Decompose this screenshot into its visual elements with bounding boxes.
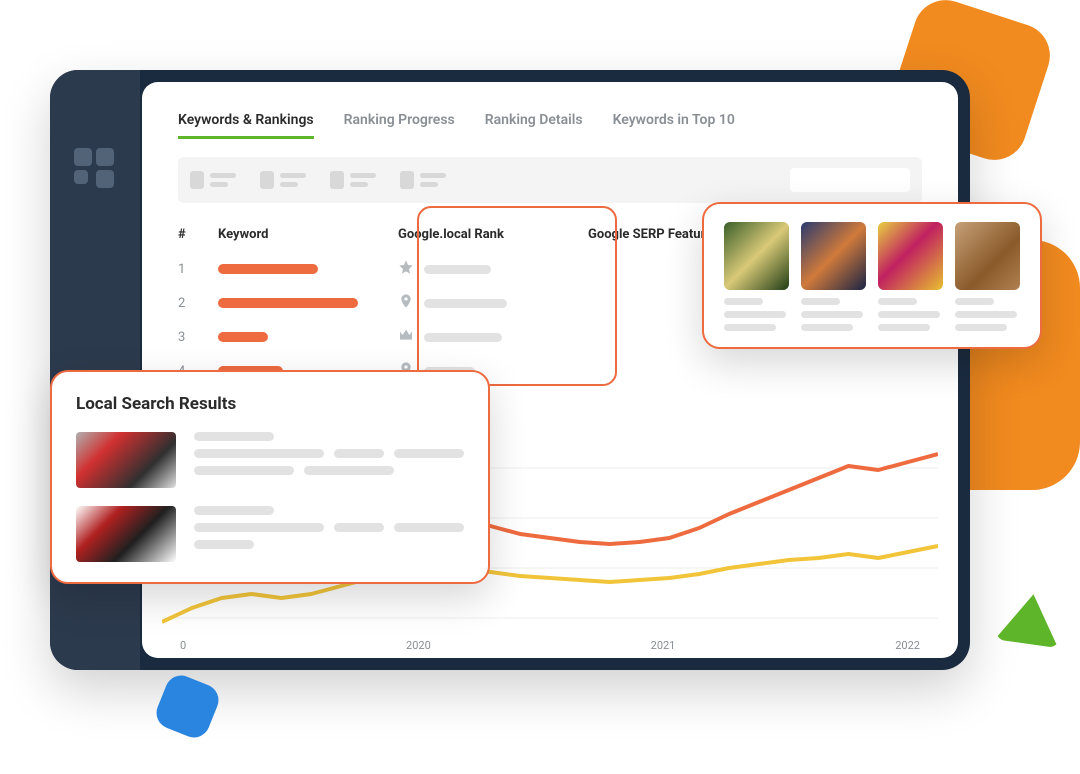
serp-result[interactable] bbox=[878, 222, 943, 331]
filter-pill[interactable] bbox=[260, 171, 306, 189]
rank-value bbox=[424, 265, 491, 274]
keyword-bar bbox=[218, 332, 268, 342]
star-icon bbox=[398, 259, 414, 279]
xaxis-tick: 2022 bbox=[895, 639, 920, 652]
filter-pill[interactable] bbox=[400, 171, 446, 189]
chart-x-axis: 0 2020 2021 2022 bbox=[162, 639, 938, 652]
decor-blob-green bbox=[995, 590, 1065, 648]
local-result[interactable] bbox=[76, 432, 464, 488]
tab-ranking-progress[interactable]: Ranking Progress bbox=[344, 112, 455, 139]
filter-pill[interactable] bbox=[190, 171, 236, 189]
serp-thumb bbox=[955, 222, 1020, 290]
serp-features-card bbox=[702, 202, 1042, 349]
col-local-rank: Google.local Rank bbox=[398, 227, 588, 242]
filter-bar bbox=[178, 157, 922, 203]
col-number: # bbox=[178, 227, 218, 242]
tab-keywords-top10[interactable]: Keywords in Top 10 bbox=[613, 112, 735, 139]
local-search-card: Local Search Results bbox=[50, 370, 490, 584]
local-thumb bbox=[76, 432, 176, 488]
serp-result[interactable] bbox=[955, 222, 1020, 331]
serp-result[interactable] bbox=[801, 222, 866, 331]
row-number: 1 bbox=[178, 262, 218, 277]
decor-blob-blue bbox=[152, 671, 224, 743]
xaxis-tick: 0 bbox=[180, 639, 186, 652]
serp-thumb bbox=[801, 222, 866, 290]
serp-thumb bbox=[724, 222, 789, 290]
tab-keywords-rankings[interactable]: Keywords & Rankings bbox=[178, 112, 314, 139]
crown-icon bbox=[398, 327, 414, 347]
serp-result[interactable] bbox=[724, 222, 789, 331]
serp-thumb bbox=[878, 222, 943, 290]
dashboard-icon[interactable] bbox=[74, 148, 114, 188]
pin-icon bbox=[398, 293, 414, 313]
local-result[interactable] bbox=[76, 506, 464, 562]
keyword-bar bbox=[218, 264, 318, 274]
rank-value bbox=[424, 299, 507, 308]
keyword-bar bbox=[218, 298, 358, 308]
row-number: 2 bbox=[178, 296, 218, 311]
local-search-title: Local Search Results bbox=[76, 394, 464, 414]
local-thumb bbox=[76, 506, 176, 562]
filter-action-button[interactable] bbox=[790, 168, 910, 192]
tab-ranking-details[interactable]: Ranking Details bbox=[485, 112, 583, 139]
tabs: Keywords & Rankings Ranking Progress Ran… bbox=[178, 112, 922, 139]
row-number: 3 bbox=[178, 330, 218, 345]
rank-value bbox=[424, 333, 502, 342]
xaxis-tick: 2020 bbox=[406, 639, 431, 652]
xaxis-tick: 2021 bbox=[651, 639, 676, 652]
col-keyword: Keyword bbox=[218, 227, 398, 242]
filter-pill[interactable] bbox=[330, 171, 376, 189]
